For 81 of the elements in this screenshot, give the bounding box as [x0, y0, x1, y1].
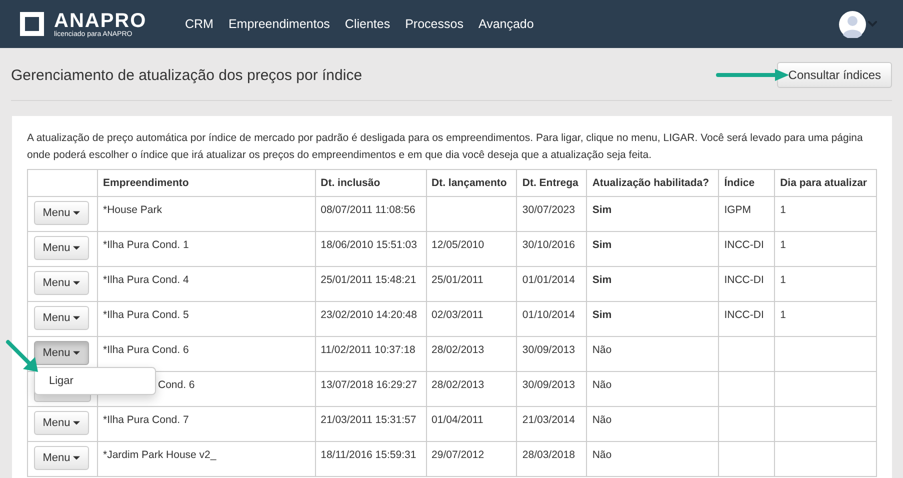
table-cell: *Ilha Pura Cond. 4: [98, 266, 316, 302]
table-cell: 13/07/2018 16:29:27: [315, 372, 426, 406]
column-header: Dt. lançamento: [426, 170, 517, 196]
table-cell: Não: [586, 372, 719, 406]
table-cell: Não: [586, 442, 719, 476]
caret-icon: [73, 456, 80, 460]
table-cell: *Ilha Pura Cond. 7: [98, 406, 316, 442]
table-cell: 29/07/2012: [426, 442, 517, 476]
table-cell: 01/04/2011: [426, 406, 517, 442]
caret-icon: [73, 281, 80, 285]
consult-button[interactable]: Consultar índices: [777, 62, 892, 88]
table-cell: 11/02/2011 10:37:18: [315, 336, 426, 372]
table-cell: IGPM: [718, 196, 775, 232]
avatar-icon[interactable]: [839, 10, 866, 38]
column-header: Empreendimento: [98, 170, 316, 196]
table-cell: Não: [586, 406, 719, 442]
table-cell: 30/09/2013: [516, 372, 587, 406]
table-cell: 30/07/2023: [516, 196, 587, 232]
table-cell: INCC-DI: [718, 232, 775, 266]
table-cell: 21/03/2014: [516, 406, 587, 442]
column-header: Dt. inclusão: [315, 170, 426, 196]
table-cell: Sim: [586, 302, 719, 336]
table-cell: 1: [774, 232, 876, 266]
table-cell: 25/01/2011: [426, 266, 517, 302]
table-cell: 30/10/2016: [516, 232, 587, 266]
table-cell: [718, 442, 775, 476]
table-cell: [718, 406, 775, 442]
table-cell: 30/09/2013: [516, 336, 587, 372]
caret-icon: [73, 351, 80, 355]
caret-icon: [73, 246, 80, 250]
caret-icon: [73, 316, 80, 320]
nav-link[interactable]: Clientes: [344, 17, 390, 31]
table-cell: Não: [586, 336, 719, 372]
page-title: Gerenciamento de atualização dos preços por índice: [11, 66, 362, 84]
table-cell: 18/11/2016 15:59:31: [315, 442, 426, 476]
table-cell: 28/03/2018: [516, 442, 587, 476]
caret-icon: [73, 421, 80, 425]
caret-icon: [73, 211, 80, 215]
menu-button[interactable]: Menu: [34, 271, 89, 295]
table-cell: INCC-DI: [718, 302, 775, 336]
table-cell: *Jardim Park House v2_: [98, 442, 316, 476]
table-cell: Sim: [586, 266, 719, 302]
table-cell: Sim: [586, 196, 719, 232]
menu-button[interactable]: Menu: [34, 411, 89, 435]
table-cell: 28/02/2013: [426, 336, 517, 372]
table-cell: 23/02/2010 14:20:48: [315, 302, 426, 336]
menu-button[interactable]: Menu: [34, 236, 89, 260]
table-cell: [718, 372, 775, 406]
table-cell: 25/01/2011 15:48:21: [315, 266, 426, 302]
table-cell: Sim: [586, 232, 719, 266]
nav-link[interactable]: Processos: [405, 17, 464, 31]
table-cell: *Ilha Pura Cond. 1: [98, 232, 316, 266]
column-header: Índice: [718, 170, 775, 196]
logo-text: ANAPRO: [54, 10, 147, 30]
table-cell: INCC-DI: [718, 266, 775, 302]
table-cell: 1: [774, 266, 876, 302]
table-cell: *Ilha Pura Cond. 5: [98, 302, 316, 336]
menu-button[interactable]: Menu: [34, 306, 89, 330]
column-header: Dt. Entrega: [516, 170, 587, 196]
nav-link[interactable]: Avançado: [478, 17, 534, 31]
table-cell: 1: [774, 196, 876, 232]
menu-button[interactable]: Menu: [34, 341, 89, 365]
table-cell: 1: [774, 302, 876, 336]
intro-text: A atualização de preço automática por índice de mercado por padrão é desligada para os empreendimentos. Para ligar, clique no menu, LIGAR. Você será levado para uma página onde poderá escolher o índice que irá atualizar os preços do empreendimentos e em que dia você deseja que a atualização seja feita.: [27, 131, 864, 163]
table-cell: 01/01/2014: [516, 266, 587, 302]
nav-link[interactable]: CRM: [185, 17, 214, 31]
table-cell: 12/05/2010: [426, 232, 517, 266]
menu-button[interactable]: Menu: [34, 446, 89, 470]
column-header: Dia para atualizar: [774, 170, 876, 196]
table-cell: 01/10/2014: [516, 302, 587, 336]
table-cell: 02/03/2011: [426, 302, 517, 336]
logo-icon: [18, 10, 46, 38]
table-cell: 18/06/2010 15:51:03: [315, 232, 426, 266]
table-cell: *House Park: [98, 196, 316, 232]
table-cell: [718, 336, 775, 372]
nav-link[interactable]: Empreendimentos: [228, 17, 330, 31]
table-cell: 28/02/2013: [426, 372, 517, 406]
table-cell: 21/03/2011 15:31:57: [315, 406, 426, 442]
menu-button[interactable]: Menu: [34, 201, 89, 225]
column-header: Atualização habilitada?: [586, 170, 719, 196]
table-cell: 08/07/2011 11:08:56: [315, 196, 426, 232]
